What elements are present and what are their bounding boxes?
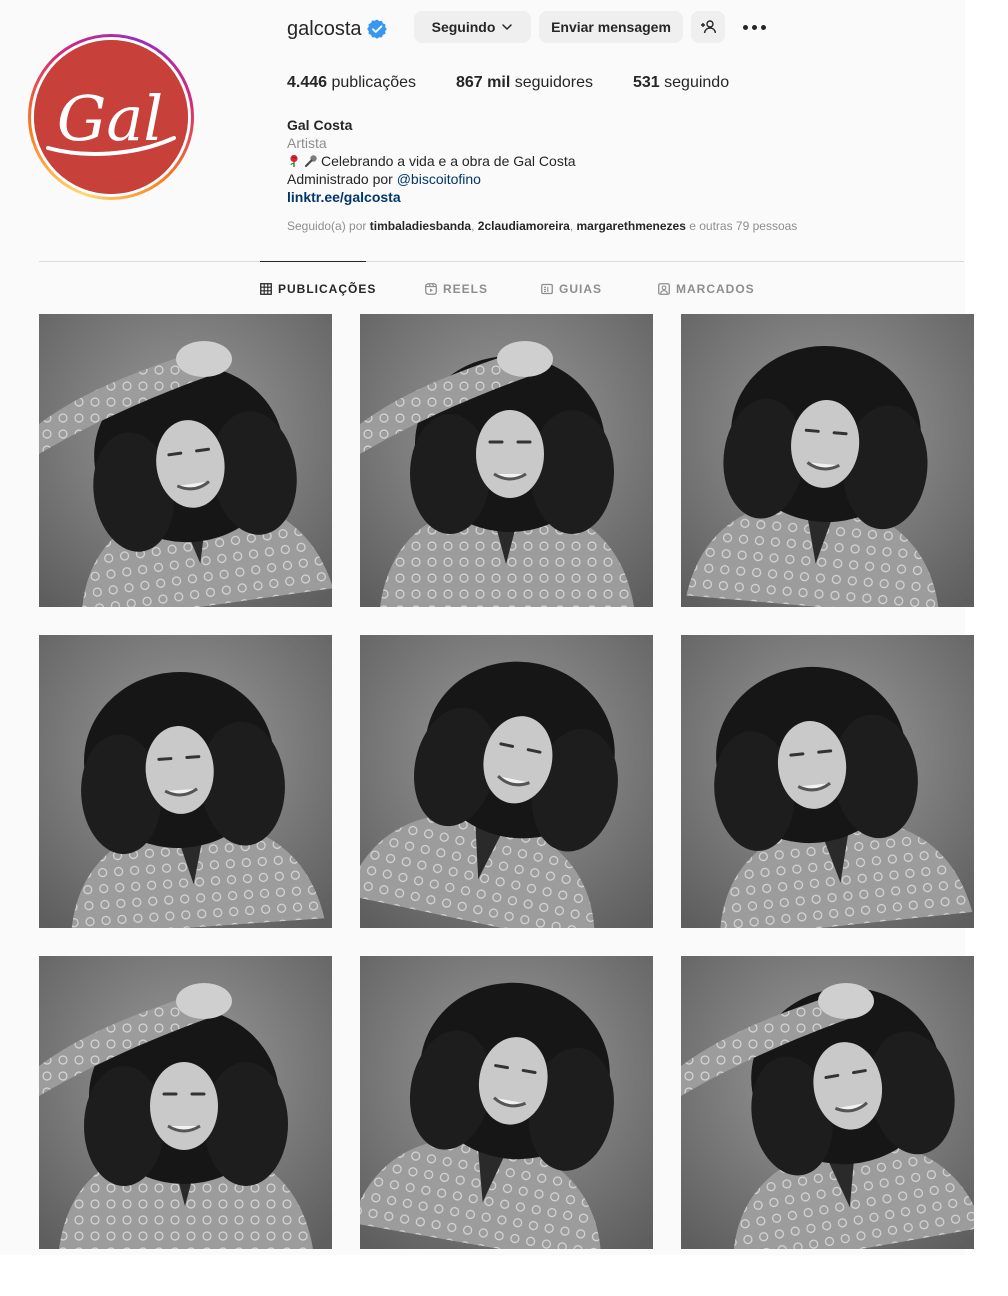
tab-label: PUBLICAÇÕES — [278, 282, 377, 296]
post-photo — [360, 956, 653, 1249]
active-tab-indicator — [260, 261, 366, 262]
post-photo — [360, 635, 653, 928]
grid-icon — [260, 283, 272, 295]
post-thumbnail[interactable] — [360, 635, 653, 928]
send-message-button[interactable]: Enviar mensagem — [539, 11, 683, 43]
tab-publicacoes[interactable]: PUBLICAÇÕES — [260, 281, 376, 297]
verified-badge-icon — [367, 19, 387, 39]
followed-by-suffix: e outras 79 pessoas — [689, 219, 798, 233]
profile-page: Gal galcosta Seguindo Enviar mensagem 4.… — [0, 0, 974, 1255]
tab-label: MARCADOS — [676, 282, 755, 296]
post-photo — [39, 956, 332, 1249]
admin-prefix: Administrado por — [287, 171, 393, 187]
bio-text: Celebrando a vida e a obra de Gal Costa — [321, 153, 576, 169]
guides-icon — [541, 283, 553, 295]
reels-icon — [425, 283, 437, 295]
following-button-label: Seguindo — [431, 19, 496, 35]
stat-following-label: seguindo — [664, 74, 730, 91]
stat-posts: 4.446 publicações — [287, 73, 416, 93]
stat-followers-value: 867 mil — [456, 74, 511, 91]
profile-admin: Administrado por @biscoitofino — [287, 170, 481, 188]
rose-icon — [290, 154, 298, 167]
post-photo — [39, 314, 332, 607]
post-thumbnail[interactable] — [39, 956, 332, 1249]
profile-stats: 4.446 publicações 867 mil seguidores 531… — [287, 73, 769, 93]
tab-marcados[interactable]: MARCADOS — [658, 281, 755, 297]
post-thumbnail[interactable] — [360, 314, 653, 607]
post-photo — [681, 314, 974, 607]
profile-website-link[interactable]: linktr.ee/galcosta — [287, 188, 401, 206]
tab-label: GUIAS — [559, 282, 603, 296]
tagged-icon — [658, 283, 670, 295]
post-photo — [360, 314, 653, 607]
profile-avatar[interactable]: Gal — [28, 34, 194, 200]
admin-handle-link[interactable]: @biscoitofino — [397, 171, 481, 187]
add-person-icon — [701, 20, 716, 34]
profile-bio: Celebrando a vida e a obra de Gal Costa — [287, 152, 576, 170]
stat-posts-label: publicações — [331, 74, 417, 91]
more-dot — [760, 24, 766, 30]
stat-following-value: 531 — [633, 74, 660, 91]
tab-label: REELS — [443, 282, 489, 296]
more-dot — [751, 24, 757, 30]
followed-by-user: margarethmenezes — [576, 219, 686, 233]
chevron-down-icon — [502, 24, 513, 31]
send-message-label: Enviar mensagem — [551, 19, 671, 35]
suggested-users-button[interactable] — [691, 11, 725, 43]
tab-reels[interactable]: REELS — [425, 281, 488, 297]
microphone-icon — [304, 155, 317, 168]
tabs-divider — [39, 261, 964, 262]
followed-by-user: 2claudiamoreira — [477, 219, 570, 233]
post-thumbnail[interactable] — [681, 956, 974, 1249]
post-thumbnail[interactable] — [39, 314, 332, 607]
avatar-logo-text: Gal — [57, 82, 163, 155]
post-photo — [681, 635, 974, 928]
followed-by[interactable]: Seguido(a) por timbaladiesbanda, 2claudi… — [287, 218, 797, 234]
post-thumbnail[interactable] — [360, 956, 653, 1249]
followed-by-prefix: Seguido(a) por — [287, 219, 367, 233]
tab-guias[interactable]: GUIAS — [541, 281, 602, 297]
followed-by-user: timbaladiesbanda — [369, 219, 472, 233]
profile-full-name: Gal Costa — [287, 117, 353, 133]
profile-username: galcosta — [287, 18, 362, 40]
more-options-button[interactable] — [738, 16, 770, 38]
more-dot — [742, 24, 748, 30]
stat-posts-value: 4.446 — [287, 74, 328, 91]
post-thumbnail[interactable] — [681, 635, 974, 928]
post-thumbnail[interactable] — [681, 314, 974, 607]
post-photo — [39, 635, 332, 928]
stat-followers-label: seguidores — [514, 74, 593, 91]
profile-category: Artista — [287, 135, 327, 151]
post-thumbnail[interactable] — [39, 635, 332, 928]
stat-following[interactable]: 531 seguindo — [633, 73, 729, 93]
following-button[interactable]: Seguindo — [414, 11, 531, 43]
post-photo — [681, 956, 974, 1249]
stat-followers[interactable]: 867 mil seguidores — [456, 73, 593, 93]
avatar-logo: Gal — [34, 40, 188, 194]
